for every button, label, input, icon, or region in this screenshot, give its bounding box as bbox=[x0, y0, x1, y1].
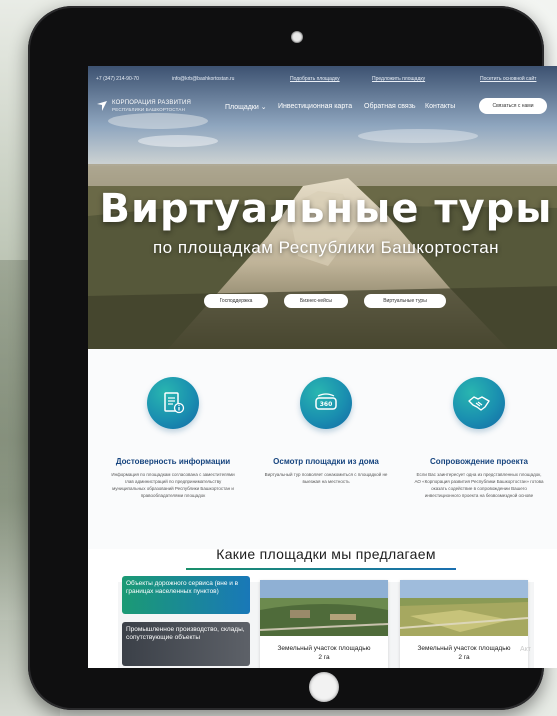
feature-text: Виртуальный тур позволяет ознакомиться с… bbox=[264, 472, 388, 484]
phone-link[interactable]: +7 (347) 214-90-70 bbox=[96, 76, 139, 82]
feature-icon-circle: 360 bbox=[300, 377, 352, 429]
site-card-caption-line1: Земельный участок площадью bbox=[417, 645, 511, 652]
handshake-icon bbox=[468, 396, 490, 411]
site-card[interactable]: Земельный участок площадью 2 га bbox=[400, 580, 528, 668]
nav-contacts[interactable]: Контакты bbox=[425, 103, 455, 110]
suggest-site-link[interactable]: Подобрать площадку bbox=[290, 76, 340, 82]
section-title-underline bbox=[186, 568, 456, 570]
site-card-caption-line1: Земельный участок площадью bbox=[277, 645, 371, 652]
hero-banner: +7 (347) 214-90-70 info@krb@bashkortosta… bbox=[88, 66, 557, 349]
nav-feedback[interactable]: Обратная связь bbox=[364, 103, 416, 110]
document-info-icon bbox=[164, 392, 185, 414]
site-card-area: 2 га bbox=[458, 654, 470, 661]
tablet-screen: +7 (347) 214-90-70 info@krb@bashkortosta… bbox=[88, 66, 557, 668]
feature-title: Осмотр площадки из дома bbox=[273, 457, 379, 466]
pill-virtual-tours[interactable]: Виртуальные туры bbox=[364, 294, 446, 308]
hero-subtitle: по площадкам Республики Башкортостан bbox=[152, 238, 500, 257]
svg-text:360: 360 bbox=[320, 401, 333, 408]
top-info-bar: +7 (347) 214-90-70 info@krb@bashkortosta… bbox=[88, 76, 557, 88]
feature-text: Если Вас заинтересует одна из представле… bbox=[414, 472, 544, 498]
site-card-area: 2 га bbox=[318, 654, 330, 661]
home-button[interactable] bbox=[309, 672, 339, 702]
pill-gov-support[interactable]: Господдержка bbox=[204, 294, 268, 308]
category-tile-industrial[interactable]: Промышленное производство, склады, сопут… bbox=[122, 622, 250, 666]
pill-business-cases[interactable]: Бизнес-кейсы bbox=[284, 294, 348, 308]
main-navbar: КОРПОРАЦИЯ РАЗВИТИЯ РЕСПУБЛИКИ БАШКОРТОС… bbox=[88, 96, 557, 120]
feature-text: Информация по площадкам согласована с за… bbox=[111, 472, 235, 498]
section-title: Какие площадки мы предлагаем bbox=[216, 546, 436, 562]
logo-text-line2: РЕСПУБЛИКИ БАШКОРТОСТАН bbox=[112, 107, 186, 112]
tablet-frame: +7 (347) 214-90-70 info@krb@bashkortosta… bbox=[28, 6, 557, 710]
feature-title: Сопровождение проекта bbox=[430, 457, 528, 466]
site-aerial-photo bbox=[400, 580, 528, 636]
site-card-caption: Земельный участок площадью 2 га bbox=[260, 644, 388, 662]
vr-360-icon: 360 bbox=[315, 393, 337, 410]
contact-us-button[interactable]: Связаться с нами bbox=[479, 98, 547, 114]
feature-title: Достоверность информации bbox=[115, 457, 231, 466]
category-tile-road-service[interactable]: Объекты дорожного сервиса (вне и в грани… bbox=[122, 576, 250, 614]
nav-sites-dropdown[interactable]: Площадки ⌄ bbox=[225, 103, 267, 111]
logo-text-line1: КОРПОРАЦИЯ РАЗВИТИЯ bbox=[112, 100, 192, 106]
activation-watermark: Акт bbox=[520, 646, 532, 653]
feature-icon-circle bbox=[147, 377, 199, 429]
site-card-caption: Земельный участок площадью 2 га bbox=[400, 644, 528, 662]
site-card[interactable]: Земельный участок площадью 2 га bbox=[260, 580, 388, 668]
features-section: Достоверность информации Информация по п… bbox=[88, 349, 557, 549]
hero-title: Виртуальные туры bbox=[99, 186, 553, 232]
feature-icon-circle bbox=[453, 377, 505, 429]
email-link[interactable]: info@krb@bashkortostan.ru bbox=[172, 76, 234, 82]
site-aerial-photo bbox=[260, 580, 388, 636]
front-camera bbox=[291, 31, 303, 43]
logo-icon bbox=[97, 101, 107, 111]
main-site-link[interactable]: Посетить основной сайт bbox=[480, 76, 536, 82]
nav-investment-map[interactable]: Инвестиционная карта bbox=[278, 103, 352, 110]
offer-site-link[interactable]: Предложить площадку bbox=[372, 76, 425, 82]
